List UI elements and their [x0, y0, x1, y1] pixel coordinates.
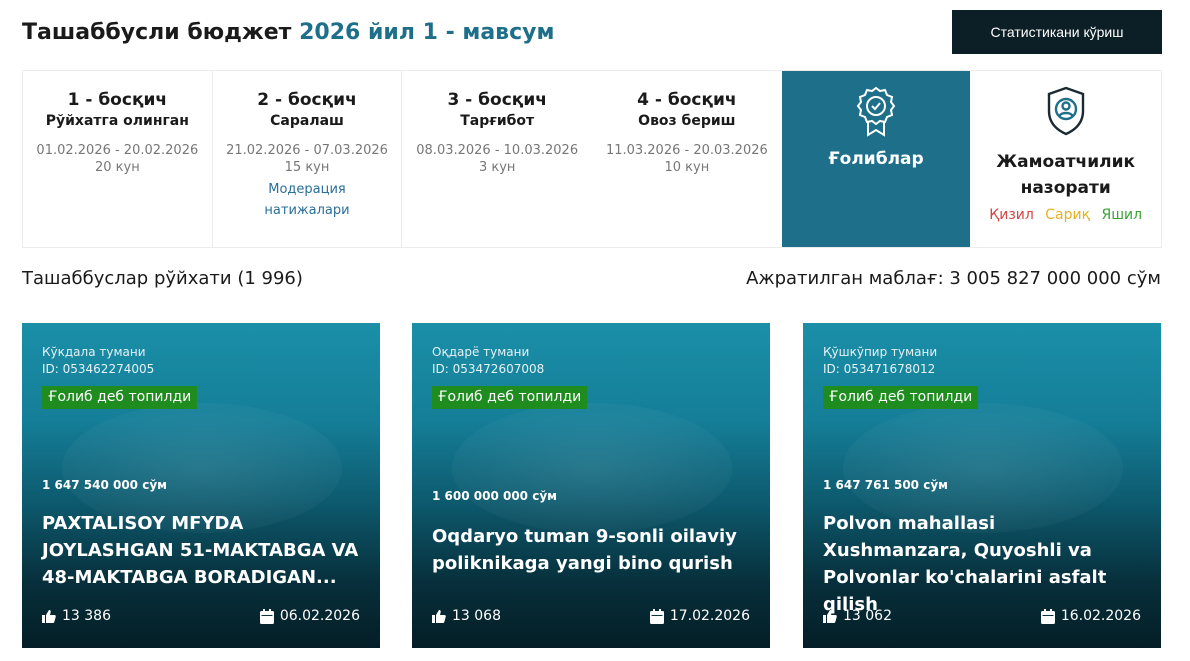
stage-days: 20 кун [94, 160, 140, 175]
award-badge-icon [856, 86, 896, 137]
stage-4[interactable]: 4 - босқич Овоз бериш 11.03.2026 - 20.03… [592, 71, 782, 247]
stage-number: 1 - босқич [67, 90, 168, 110]
initiative-card[interactable]: Қўшкўпир тумани ID: 053471678012 Ғолиб д… [803, 323, 1161, 648]
stage-name: Тарғибот [460, 113, 535, 129]
page-header: Ташаббусли бюджет 2026 йил 1 - мавсум Ст… [22, 0, 1162, 70]
card-title: PAXTALISOY MFYDA JOYLASHGAN 51-MAKTABGA … [42, 513, 359, 588]
card-title: Polvon mahallasi Xushmanzara, Quyoshli v… [823, 513, 1107, 615]
card-amount: 1 647 761 500 сўм [823, 478, 948, 492]
stage-1[interactable]: 1 - босқич Рўйхатга олинган 01.02.2026 -… [23, 71, 213, 247]
winner-badge: Ғолиб деб топилди [42, 386, 198, 409]
control-color-legend: Қизил Сариқ Яшил [970, 207, 1161, 223]
initiative-card[interactable]: Оқдарё тумани ID: 053472607008 Ғолиб деб… [412, 323, 770, 648]
stages-panel: 1 - босқич Рўйхатга олинган 01.02.2026 -… [22, 70, 1162, 248]
stage-dates: 01.02.2026 - 20.02.2026 [36, 143, 199, 158]
winner-badge: Ғолиб деб топилди [432, 386, 588, 409]
date-value: 17.02.2026 [669, 608, 750, 624]
stage-name: Овоз бериш [638, 113, 736, 129]
stage-3[interactable]: 3 - босқич Тарғибот 08.03.2026 - 10.03.2… [402, 71, 592, 247]
page-title: Ташаббусли бюджет 2026 йил 1 - мавсум [22, 20, 554, 45]
stage-days: 3 кун [478, 160, 516, 175]
card-district: Кўкдала тумани [42, 345, 146, 359]
stage-name: Рўйхатга олинган [45, 113, 189, 129]
card-amount: 1 600 000 000 сўм [432, 489, 557, 503]
shield-user-icon [1047, 86, 1084, 136]
card-likes: 13 386 [42, 608, 111, 624]
card-district: Қўшкўпир тумани [823, 345, 938, 359]
moderation-results-link[interactable]: Модерация натижалари [213, 179, 402, 221]
card-date: 16.02.2026 [1040, 608, 1141, 624]
card-likes: 13 068 [432, 608, 501, 624]
legend-green[interactable]: Яшил [1102, 207, 1143, 223]
season-label: 2026 йил 1 - мавсум [299, 20, 555, 45]
calendar-icon [259, 608, 274, 624]
card-likes: 13 062 [823, 608, 892, 624]
date-value: 06.02.2026 [279, 608, 360, 624]
thumbs-up-icon [42, 610, 56, 623]
card-amount: 1 647 540 000 сўм [42, 478, 167, 492]
page-title-main: Ташаббусли бюджет [22, 20, 292, 45]
allocated-funds: Ажратилган маблағ: 3 005 827 000 000 сўм [746, 268, 1161, 289]
card-title: Oqdaryo tuman 9-sonli oilaviy poliknikag… [432, 526, 737, 574]
initiatives-list-title: Ташаббуслар рўйхати (1 996) [22, 268, 303, 289]
card-id: ID: 053462274005 [42, 362, 155, 376]
card-date: 06.02.2026 [259, 608, 360, 624]
winners-label: Ғолиблар [828, 149, 924, 169]
thumbs-up-icon [823, 610, 837, 623]
winner-badge: Ғолиб деб топилди [823, 386, 979, 409]
public-control-label: Жамоатчилик назорати [996, 152, 1136, 198]
stage-dates: 21.02.2026 - 07.03.2026 [226, 143, 388, 158]
card-id: ID: 053472607008 [432, 362, 545, 376]
stage-dates: 11.03.2026 - 20.03.2026 [605, 143, 768, 158]
stage-dates: 08.03.2026 - 10.03.2026 [416, 143, 579, 158]
stage-days: 15 кун [284, 160, 330, 175]
calendar-icon [649, 608, 664, 624]
view-statistics-button[interactable]: Статистикани кўриш [952, 10, 1162, 54]
stage-number: 2 - босқич [257, 90, 357, 110]
card-watermark [452, 403, 732, 533]
stage-name: Саралаш [270, 113, 344, 129]
likes-count: 13 068 [452, 608, 501, 624]
initiative-card[interactable]: Кўкдала тумани ID: 053462274005 Ғолиб де… [22, 323, 380, 648]
moderation-results-label: Модерация натижалари [264, 182, 350, 218]
likes-count: 13 062 [843, 608, 892, 624]
stage-number: 3 - босқич [447, 90, 547, 110]
date-value: 16.02.2026 [1060, 608, 1141, 624]
stage-number: 4 - босқич [637, 90, 737, 110]
card-date: 17.02.2026 [649, 608, 750, 624]
stage-2[interactable]: 2 - босқич Саралаш 21.02.2026 - 07.03.20… [213, 71, 403, 247]
thumbs-up-icon [432, 610, 446, 623]
card-id: ID: 053471678012 [823, 362, 936, 376]
winners-tab[interactable]: Ғолиблар [781, 71, 971, 247]
legend-red[interactable]: Қизил [989, 207, 1034, 223]
legend-yellow[interactable]: Сариқ [1045, 207, 1090, 223]
calendar-icon [1040, 608, 1055, 624]
likes-count: 13 386 [62, 608, 111, 624]
card-district: Оқдарё тумани [432, 345, 530, 359]
public-control-tab[interactable]: Жамоатчилик назорати Қизил Сариқ Яшил [970, 71, 1161, 247]
stage-days: 10 кун [664, 160, 710, 175]
